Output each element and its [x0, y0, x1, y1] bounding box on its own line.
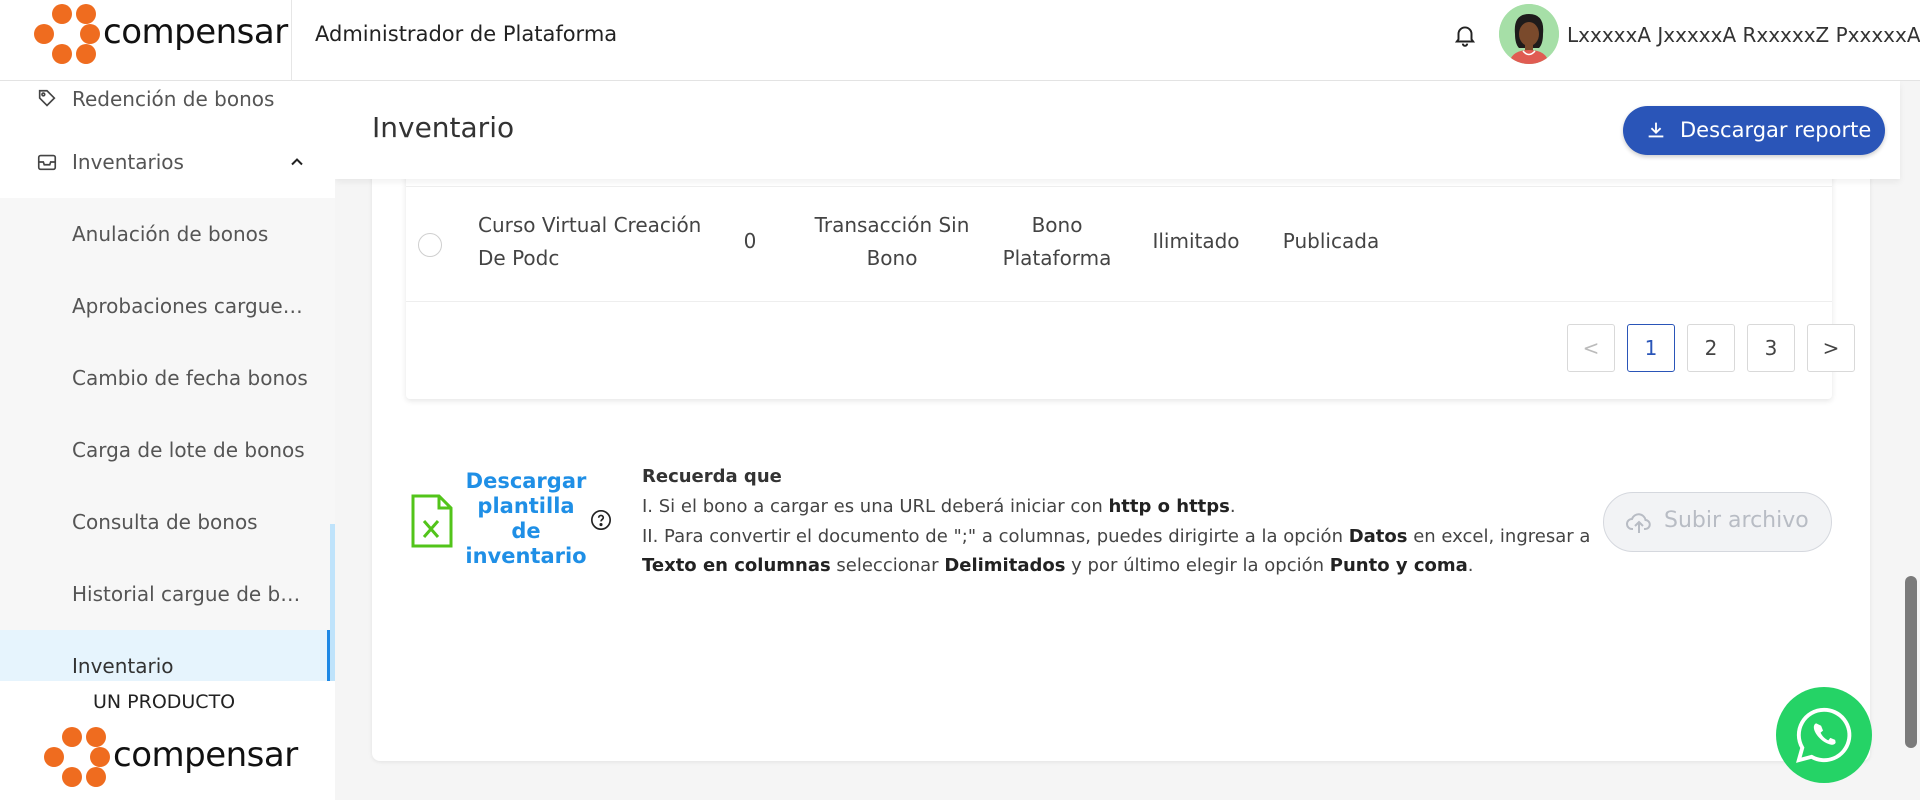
row-category-line: Plataforma — [1002, 246, 1112, 270]
sidebar-subitem-historial[interactable]: Historial cargue de bonos — [0, 558, 330, 630]
sidebar-subitem-label: Historial cargue de bonos — [72, 582, 308, 606]
info-bold: Texto en columnas — [642, 555, 831, 576]
sidebar-item-label: Inventarios — [72, 150, 184, 174]
row-radio[interactable] — [418, 233, 442, 257]
sidebar-subitem-label: Aprobaciones cargue de bonos — [72, 294, 308, 318]
row-stock: Ilimitado — [1152, 229, 1240, 253]
info-text: seleccionar — [830, 555, 945, 576]
inbox-icon — [36, 151, 58, 173]
main-content: Inventario Descargar reporte Curso Virtu… — [335, 81, 1920, 800]
info-bold: Datos — [1348, 526, 1408, 547]
template-link-line: de — [511, 519, 541, 543]
template-link-line: inventario — [465, 544, 587, 568]
app-title: Administrador de Plataforma — [315, 22, 618, 46]
row-type: Transacción Sin Bono — [806, 209, 978, 275]
avatar[interactable] — [1499, 4, 1559, 64]
header-divider — [291, 0, 292, 81]
pagination-next[interactable]: > — [1807, 324, 1855, 372]
download-icon — [1645, 119, 1667, 141]
sidebar-subitem-cambio-fecha[interactable]: Cambio de fecha bonos — [0, 342, 330, 414]
tag-icon — [36, 88, 58, 110]
sidebar-subitem-label: Carga de lote de bonos — [72, 438, 305, 462]
info-bold: Delimitados — [944, 555, 1066, 576]
footer-caption: UN PRODUCTO — [93, 691, 236, 713]
row-category: Bono Plataforma — [992, 209, 1122, 275]
cloud-upload-icon — [1626, 511, 1652, 535]
sidebar-subitem-anulacion[interactable]: Anulación de bonos — [0, 198, 330, 270]
row-status: Publicada — [1282, 229, 1380, 253]
pagination-page-1[interactable]: 1 — [1627, 324, 1675, 372]
info-line-3: Texto en columnas seleccionar Delimitado… — [642, 551, 1474, 581]
info-line-2: II. Para convertir el documento de ";" a… — [642, 522, 1590, 552]
info-bold: http o https — [1108, 496, 1230, 517]
info-text: . — [1467, 555, 1474, 576]
info-bold: Punto y coma — [1329, 555, 1468, 576]
chevron-up-icon[interactable] — [287, 152, 307, 172]
pagination-page-2[interactable]: 2 — [1687, 324, 1735, 372]
info-text: . — [1229, 496, 1236, 517]
bell-icon[interactable] — [1452, 22, 1478, 48]
info-text: I. Si el bono a cargar es una URL deberá… — [642, 496, 1109, 517]
template-link-line: Descargar — [465, 469, 587, 493]
sidebar-item-inventarios[interactable]: Inventarios — [0, 126, 335, 198]
sidebar-subitem-aprobaciones[interactable]: Aprobaciones cargue de bonos — [0, 270, 330, 342]
compensar-logo[interactable]: compensar — [32, 2, 288, 66]
user-name[interactable]: LxxxxxA JxxxxxA RxxxxxZ PxxxxxA — [1567, 23, 1920, 47]
logo-wordmark: compensar — [113, 735, 298, 775]
info-text: y por último elegir la opción — [1065, 555, 1330, 576]
download-report-label: Descargar reporte — [1680, 118, 1872, 142]
download-template-link[interactable]: Descargar plantilla de inventario — [463, 469, 589, 569]
sidebar-subitem-label: Cambio de fecha bonos — [72, 366, 308, 390]
sidebar-subitem-label: Consulta de bonos — [72, 510, 258, 534]
whatsapp-icon — [1796, 707, 1852, 763]
logo-wordmark: compensar — [103, 12, 288, 52]
top-header: compensar Administrador de Plataforma Lx… — [0, 0, 1920, 81]
upload-file-button[interactable]: Subir archivo — [1603, 492, 1832, 552]
pagination-prev[interactable]: < — [1567, 324, 1615, 372]
footer-compensar-logo: compensar — [42, 725, 298, 789]
sidebar-subitem-label: Inventario — [72, 654, 174, 678]
sidebar-subitem-carga-lote[interactable]: Carga de lote de bonos — [0, 414, 330, 486]
page-header: Inventario Descargar reporte — [335, 81, 1900, 179]
question-circle-icon[interactable] — [590, 509, 612, 531]
sidebar-footer: UN PRODUCTO compensar — [0, 681, 335, 800]
info-text: en excel, ingresar a — [1407, 526, 1591, 547]
row-name: Curso Virtual Creación De Podc — [478, 209, 708, 275]
row-type-line: Bono — [866, 246, 918, 270]
row-quantity: 0 — [743, 229, 757, 253]
inventory-table: Curso Virtual Creación De Podc 0 Transac… — [406, 141, 1855, 399]
main-scroll-thumb[interactable] — [1905, 576, 1917, 748]
row-name-line: Curso Virtual Creación — [478, 213, 702, 237]
inventarios-submenu: Anulación de bonos Aprobaciones cargue d… — [0, 198, 335, 681]
upload-file-label: Subir archivo — [1664, 508, 1809, 533]
info-title: Recuerda que — [642, 466, 782, 487]
template-link-line: plantilla — [477, 494, 575, 518]
download-report-button[interactable]: Descargar reporte — [1623, 106, 1885, 155]
sidebar-subitem-consulta[interactable]: Consulta de bonos — [0, 486, 330, 558]
pagination-page-3[interactable]: 3 — [1747, 324, 1795, 372]
whatsapp-button[interactable] — [1776, 687, 1872, 783]
sidebar: Redención de bonos Inventarios Anulación… — [0, 81, 335, 681]
row-type-line: Transacción Sin — [814, 213, 970, 237]
info-text: II. Para convertir el documento de ";" a… — [642, 526, 1349, 547]
sidebar-item-label: Redención de bonos — [72, 87, 275, 111]
row-category-line: Bono — [1031, 213, 1083, 237]
sidebar-subitem-label: Anulación de bonos — [72, 222, 269, 246]
table-row[interactable]: Curso Virtual Creación De Podc 0 Transac… — [406, 186, 1832, 302]
row-name-line: De Podc — [478, 246, 560, 270]
sidebar-subitem-inventario[interactable]: Inventario — [0, 630, 330, 681]
info-line-1: I. Si el bono a cargar es una URL deberá… — [642, 492, 1236, 522]
page-title: Inventario — [372, 111, 515, 144]
excel-file-icon[interactable] — [410, 493, 454, 549]
